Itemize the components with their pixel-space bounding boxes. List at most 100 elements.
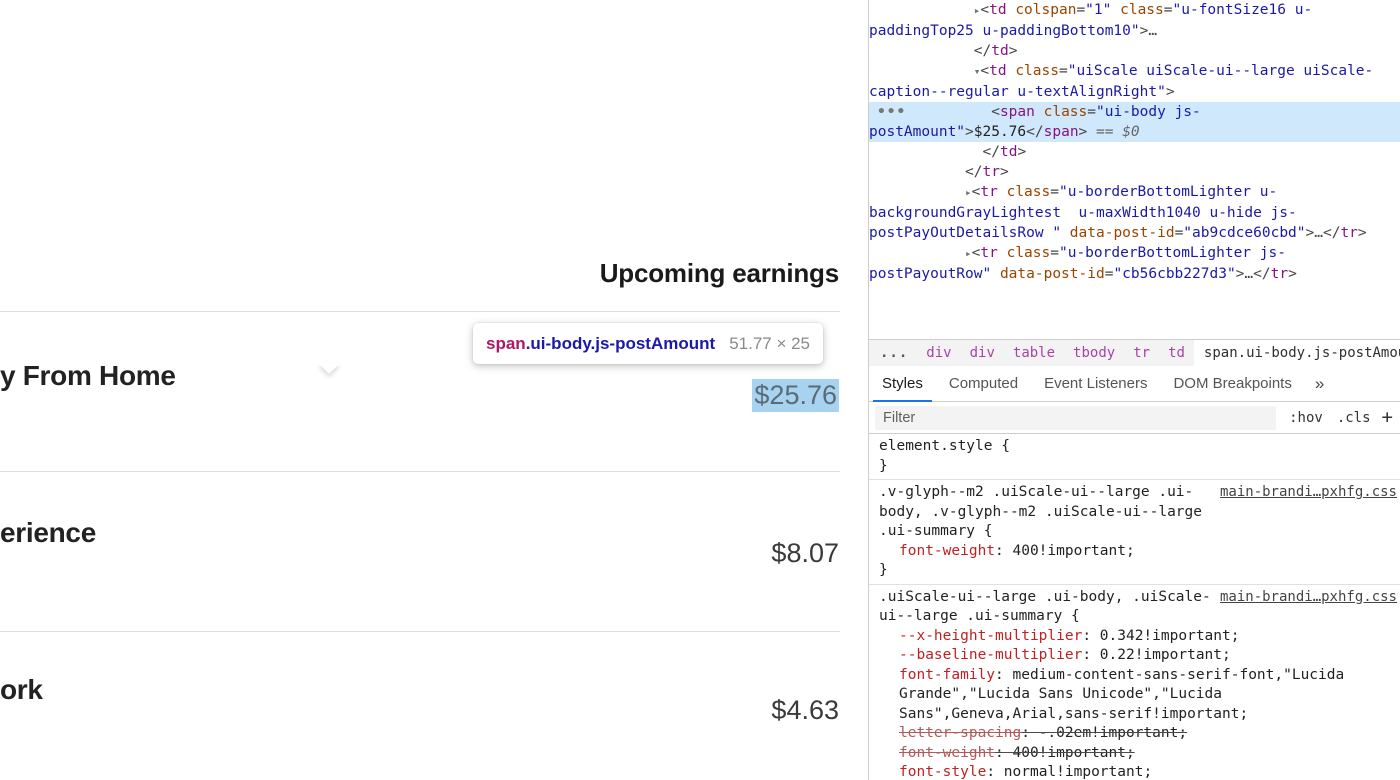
disclosure-triangle-icon: ▸ (965, 247, 972, 260)
dom-token (869, 0, 974, 20)
css-value[interactable]: : 400!important; (995, 745, 1135, 761)
row-divider (0, 311, 840, 312)
tooltip-dimensions: 51.77 × 25 (729, 334, 810, 354)
dom-attr-name: class (1007, 245, 1051, 261)
dom-token: … (1314, 225, 1323, 241)
dom-node-selected[interactable]: ••• <span class="ui-body js-postAmount">… (869, 102, 1400, 142)
dom-token: </ (983, 144, 1000, 160)
styles-pane[interactable]: element.style {}main-brandi…pxhfg.css.v-… (869, 434, 1400, 780)
earnings-row-title: ork (0, 674, 43, 706)
dom-tag-name: td (989, 2, 1006, 18)
dom-token: </ (1323, 225, 1340, 241)
inspected-page: Upcoming earnings y From Home $25.76 eri… (0, 0, 868, 780)
css-value[interactable]: : -.02em!important; (1021, 725, 1187, 741)
dom-tree[interactable]: ▸<td colspan="1" class="u-fontSize16 u-p… (869, 0, 1400, 339)
breadcrumb-item-5[interactable]: tr (1124, 340, 1159, 366)
dom-node[interactable]: ▾<td class="uiScale uiScale-ui--large ui… (869, 61, 1400, 102)
post-amount[interactable]: $8.07 (771, 538, 839, 569)
css-property[interactable]: font-weight (899, 543, 995, 559)
css-source-link[interactable]: main-brandi…pxhfg.css (1220, 483, 1397, 503)
css-property[interactable]: --baseline-multiplier (899, 647, 1082, 663)
dom-token: … (1244, 266, 1253, 282)
more-tabs-icon[interactable]: » (1305, 366, 1334, 402)
css-declaration[interactable]: font-family: medium-content-sans-serif-f… (879, 666, 1397, 725)
dom-token (869, 182, 965, 202)
css-value[interactable]: : 400!important; (995, 543, 1135, 559)
page-title: Upcoming earnings (600, 258, 839, 289)
dom-token: … (1148, 23, 1157, 39)
css-declaration[interactable]: font-weight: 400!important; (879, 542, 1397, 562)
breadcrumb-item-3[interactable]: table (1004, 340, 1064, 366)
tab-styles[interactable]: Styles (869, 366, 936, 402)
dom-token: = (1175, 225, 1184, 241)
css-selector[interactable]: element.style { (879, 437, 1397, 457)
dom-token: > (1166, 84, 1175, 100)
dom-token (869, 142, 983, 162)
tab-event-listeners[interactable]: Event Listeners (1031, 366, 1160, 402)
css-declaration[interactable]: --x-height-multiplier: 0.342!important; (879, 627, 1397, 647)
tab-computed[interactable]: Computed (936, 366, 1031, 402)
dom-node[interactable]: </tr> (869, 162, 1400, 182)
css-property[interactable]: font-weight (899, 745, 995, 761)
css-declaration[interactable]: letter-spacing: -.02em!important; (879, 724, 1397, 744)
post-amount[interactable]: $4.63 (771, 695, 839, 726)
css-property[interactable]: --x-height-multiplier (899, 628, 1082, 644)
tooltip-class-names: .ui-body.js-postAmount (526, 334, 716, 354)
dom-token: </ (965, 164, 982, 180)
dom-node[interactable]: ▸<tr class="u-borderBottomLighter js-pos… (869, 243, 1400, 284)
tab-dom-breakpoints[interactable]: DOM Breakpoints (1160, 366, 1304, 402)
dom-token: > (1009, 43, 1018, 59)
breadcrumb-item-4[interactable]: tbody (1064, 340, 1124, 366)
breadcrumb-item-7[interactable]: span.ui-body.js-postAmount (1194, 340, 1400, 366)
dom-token: > (1306, 225, 1315, 241)
dom-attr-name: class (1120, 2, 1164, 18)
css-rule[interactable]: main-brandi…pxhfg.css.uiScale-ui--large … (869, 585, 1400, 780)
dom-token (869, 41, 974, 61)
css-declaration[interactable]: font-style: normal!important; (879, 763, 1397, 780)
hov-toggle-button[interactable]: :hov (1282, 410, 1330, 426)
row-divider (0, 631, 840, 632)
dom-tag-name: span (1044, 124, 1079, 140)
styles-filter-input[interactable] (875, 406, 1276, 430)
dom-node[interactable]: </td> (869, 142, 1400, 162)
cls-toggle-button[interactable]: .cls (1330, 410, 1378, 426)
css-value[interactable]: : 0.342!important; (1082, 628, 1239, 644)
css-property[interactable]: letter-spacing (899, 725, 1021, 741)
dom-token (869, 61, 974, 81)
css-rule[interactable]: element.style {} (869, 434, 1400, 480)
css-property[interactable]: font-style (899, 764, 986, 780)
dom-token: = (1164, 2, 1173, 18)
dom-node[interactable]: ▸<td colspan="1" class="u-fontSize16 u-p… (869, 0, 1400, 41)
dom-token (991, 266, 1000, 282)
earnings-row-title: y From Home (0, 360, 176, 392)
dom-token: > (1079, 124, 1088, 140)
breadcrumb-item-0[interactable]: ... (869, 340, 917, 366)
css-rule[interactable]: main-brandi…pxhfg.css.v-glyph--m2 .uiSca… (869, 480, 1400, 585)
new-style-rule-button[interactable]: + (1378, 408, 1400, 427)
breadcrumb-item-1[interactable]: div (917, 340, 960, 366)
earnings-row-title: erience (0, 517, 96, 549)
dom-attr-name: class (1007, 184, 1051, 200)
dom-attr-value: "1" (1085, 2, 1111, 18)
css-value[interactable]: : normal!important; (986, 764, 1152, 780)
dom-token (1061, 225, 1070, 241)
breadcrumb-item-2[interactable]: div (961, 340, 1004, 366)
css-value[interactable]: : 0.22!important; (1082, 647, 1230, 663)
disclosure-triangle-icon: ▸ (965, 186, 972, 199)
css-declaration[interactable]: --baseline-multiplier: 0.22!important; (879, 646, 1397, 666)
post-amount-selected[interactable]: $25.76 (752, 379, 839, 412)
dom-token (998, 184, 1007, 200)
css-declaration[interactable]: font-weight: 400!important; (879, 744, 1397, 764)
dom-node[interactable]: </td> (869, 41, 1400, 61)
css-property[interactable]: font-family (899, 667, 995, 683)
css-source-link[interactable]: main-brandi…pxhfg.css (1220, 588, 1397, 608)
dom-breadcrumb-bar[interactable]: ...divdivtabletbodytrtdspan.ui-body.js-p… (869, 339, 1400, 366)
devtools-panel-tabs[interactable]: StylesComputedEvent ListenersDOM Breakpo… (869, 366, 1400, 402)
dom-attr-value: "cb56cbb227d3" (1113, 266, 1235, 282)
screenshot-root: Upcoming earnings y From Home $25.76 eri… (0, 0, 1400, 780)
dom-token: = (1076, 2, 1085, 18)
dom-token: < (980, 63, 989, 79)
css-rule-close-brace: } (879, 561, 1397, 581)
dom-node[interactable]: ▸<tr class="u-borderBottomLighter u-back… (869, 182, 1400, 243)
breadcrumb-item-6[interactable]: td (1159, 340, 1194, 366)
